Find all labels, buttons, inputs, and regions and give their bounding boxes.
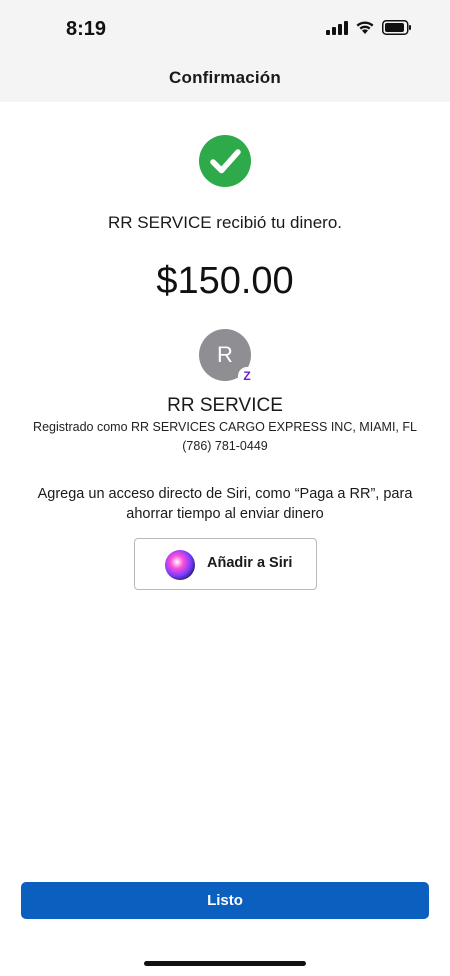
- status-icons: [326, 20, 412, 35]
- status-bar: 8:19: [0, 0, 450, 56]
- status-time: 8:19: [66, 18, 107, 40]
- confirmation-message: RR SERVICE recibió tu dinero.: [107, 213, 342, 232]
- checkmark-circle-icon: [199, 135, 251, 187]
- signal-icon: [326, 20, 348, 35]
- siri-shortcut-description: Agrega un acceso directo de Siri, como “…: [37, 486, 413, 522]
- home-indicator[interactable]: [144, 961, 306, 966]
- wifi-icon: [356, 21, 374, 34]
- amount-sent: $150.00: [156, 260, 294, 302]
- recipient-phone: (786) 781-0449: [182, 439, 268, 453]
- page-title: Confirmación: [169, 68, 281, 87]
- done-button[interactable]: Listo: [21, 882, 429, 919]
- nav-bar: Confirmación: [0, 56, 450, 102]
- battery-icon: [382, 20, 411, 35]
- zelle-icon: Z: [238, 367, 256, 385]
- avatar-initial: R: [217, 342, 233, 367]
- add-to-siri-button[interactable]: Añadir a Siri: [134, 538, 317, 590]
- zelle-glyph: Z: [243, 369, 251, 383]
- recipient-registered-as: Registrado como RR SERVICES CARGO EXPRES…: [33, 420, 417, 434]
- siri-icon: [165, 550, 195, 580]
- recipient-name: RR SERVICE: [167, 395, 283, 416]
- add-to-siri-label: Añadir a Siri: [207, 555, 293, 571]
